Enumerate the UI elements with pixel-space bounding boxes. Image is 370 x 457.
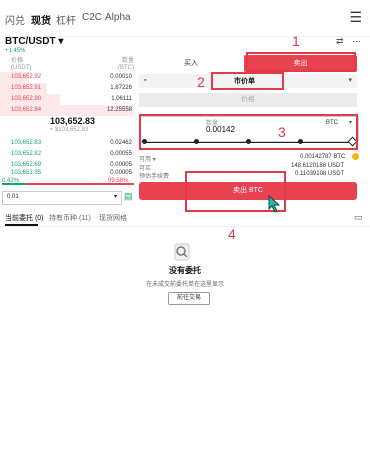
bid-amount: 0.00055 <box>110 151 132 157</box>
annotation-box <box>139 114 358 150</box>
pair-name: BTC/USDT <box>5 36 56 47</box>
ask-row[interactable]: 103,652.90 1.06111 <box>0 94 134 105</box>
chevron-down-icon: ▾ <box>113 194 117 200</box>
bid-price: 103,651.35 <box>11 170 42 176</box>
available-label: 可用 ▾ <box>139 154 156 163</box>
col-amount-unit: (BTC) <box>118 65 134 71</box>
search-empty-icon <box>174 243 190 261</box>
tab-margin[interactable]: 杠杆 <box>56 12 76 27</box>
col-price-header: 价格 (USDT) <box>11 58 31 72</box>
info-icon: ▪ <box>144 77 147 84</box>
annotation-box <box>246 52 356 72</box>
col-price-unit: (USDT) <box>11 65 32 71</box>
available-value: 0.00142787 BTC <box>300 154 346 160</box>
tab-spot-grid[interactable]: 现货网格 <box>99 213 127 223</box>
pair-change: +1.45% <box>5 48 26 54</box>
ask-amount: 12.25558 <box>106 107 132 113</box>
last-price: 103,652.83 <box>50 116 96 126</box>
ask-price: 103,652.84 <box>11 107 42 113</box>
annotation-number: 2 <box>197 74 205 90</box>
orderbook-layout-icon[interactable]: ▤ <box>124 191 133 202</box>
cursor-icon <box>268 195 281 213</box>
fee-value: 0.11039108 USDT <box>295 171 345 177</box>
coin-icon <box>352 153 359 160</box>
bid-amount: 0.00005 <box>110 170 132 176</box>
annotation-number: 4 <box>228 226 236 242</box>
bid-row[interactable]: 103,652.82 0.00055 <box>0 149 134 160</box>
annotation-number: 1 <box>292 33 300 49</box>
ask-row[interactable]: 103,652.91 1.87226 <box>0 83 134 94</box>
ask-row[interactable]: 103,652.92 0.00010 <box>0 72 134 83</box>
divider <box>0 226 370 227</box>
ask-amount: 0.00010 <box>110 74 132 80</box>
max-value: 148.6120188 USDT <box>291 163 345 169</box>
ask-amount: 1.06111 <box>111 96 132 102</box>
ask-price: 103,652.91 <box>11 85 42 91</box>
chart-tools: ⇄ ⋯ <box>336 36 361 47</box>
chevron-down-icon: ▾ <box>58 36 64 47</box>
ask-price: 103,652.90 <box>11 96 42 102</box>
empty-desc: 在未成交前委托单在这里显示 <box>145 282 224 288</box>
ask-amount: 1.87226 <box>110 85 132 91</box>
compare-icon[interactable]: ⇄ <box>336 36 344 46</box>
tab-c2c[interactable]: C2C <box>82 12 102 23</box>
fee-label: 预估手续费 <box>139 174 170 180</box>
bid-price: 103,652.82 <box>11 151 42 157</box>
tab-flash-swap[interactable]: 闪兑 <box>5 12 25 27</box>
order-history-icon[interactable]: ▭ <box>354 212 363 223</box>
bid-amount: 0.02462 <box>110 140 132 146</box>
ask-row[interactable]: 103,652.84 12.25558 <box>0 105 134 116</box>
tab-open-orders[interactable]: 当前委托 (0) <box>5 213 44 223</box>
chevron-down-icon: ▾ <box>348 77 352 84</box>
annotation-number: 3 <box>278 124 286 140</box>
ask-price: 103,652.92 <box>11 74 42 80</box>
precision-select[interactable]: 0.01 ▾ <box>2 191 122 205</box>
go-trade-button[interactable]: 前往交易 <box>168 292 210 305</box>
col-amount-label: 数量 <box>121 58 134 64</box>
chevron-down-icon: ▾ <box>152 157 156 163</box>
top-nav: 闪兑 现货 杠杆 C2C Alpha ☰ <box>0 0 370 37</box>
tab-alpha[interactable]: Alpha <box>105 12 131 23</box>
empty-title: 没有委托 <box>169 266 201 275</box>
tab-spot[interactable]: 现货 <box>31 12 51 27</box>
menu-icon[interactable]: ☰ <box>349 9 362 26</box>
last-price-usd: ≈ $103,652.83 <box>50 127 89 133</box>
pair-selector[interactable]: BTC/USDT ▾ <box>5 36 63 47</box>
annotation-box <box>211 72 284 90</box>
ratio-bar <box>2 183 134 185</box>
col-price-label: 价格 <box>11 58 24 64</box>
precision-value: 0.01 <box>7 194 19 200</box>
bid-price: 103,652.83 <box>11 140 42 146</box>
price-input[interactable]: 价格 <box>139 93 357 107</box>
col-amount-header: 数量 (BTC) <box>118 58 134 72</box>
more-icon[interactable]: ⋯ <box>352 36 361 46</box>
buy-tab[interactable]: 买入 <box>139 57 243 71</box>
buy-ratio-fill <box>2 183 26 185</box>
bid-row[interactable]: 103,652.83 0.02462 <box>0 138 134 149</box>
tab-holdings[interactable]: 持有币种 (11) <box>49 213 91 223</box>
